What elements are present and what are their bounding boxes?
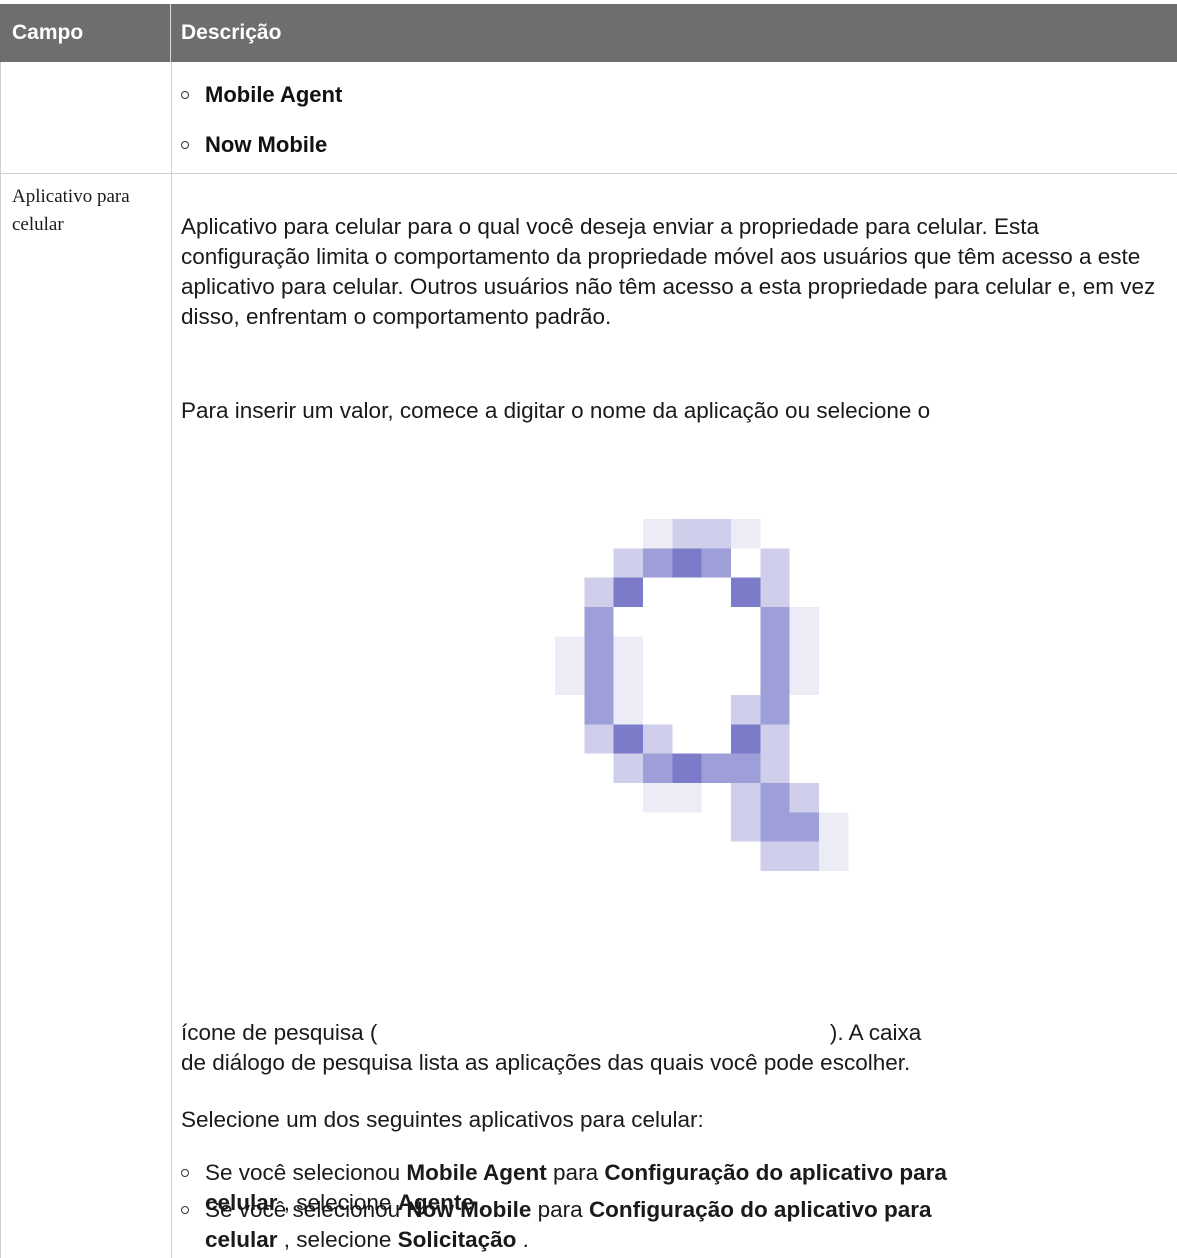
list-item-label: Now Mobile: [205, 132, 328, 157]
search-icon-pixel: [701, 753, 731, 783]
bullet-icon: [181, 141, 189, 149]
description-paragraph: Aplicativo para celular para o qual você…: [181, 214, 1156, 329]
search-icon-pixel: [731, 812, 761, 842]
search-icon-pixel: [584, 607, 614, 637]
search-icon-pixel: [789, 636, 819, 666]
search-icon-pixel: [672, 519, 702, 549]
search-icon-pixel: [760, 665, 790, 695]
list-item: Mobile Agent: [181, 82, 342, 108]
search-icon-pixel: [584, 724, 614, 754]
row-divider: [0, 173, 1177, 174]
column-divider: [171, 62, 172, 1258]
search-icon-pixel: [584, 577, 614, 607]
instruction-right: ). A caixa: [829, 1020, 922, 1045]
table-border-left: [0, 62, 1, 1258]
bullet-icon: [181, 1169, 189, 1177]
search-icon-pixel: [613, 577, 643, 607]
search-icon-pixel: [613, 636, 643, 666]
search-icon-pixel: [584, 665, 614, 695]
search-icon-pixel: [819, 812, 849, 842]
list-item: Se você selecionou Now Mobile para Confi…: [181, 1195, 1156, 1255]
header-cell-campo: Campo: [0, 4, 171, 62]
bullet-icon: [181, 91, 189, 99]
field-name: Aplicativo para celular: [12, 186, 130, 235]
search-icon-pixel: [555, 665, 585, 695]
option-text: Se você selecionou Now Mobile para Confi…: [205, 1197, 932, 1252]
search-icon-pixel: [760, 841, 790, 871]
search-icon-pixel: [789, 812, 819, 842]
search-icon-pixel: [613, 753, 643, 783]
search-icon-pixel: [584, 636, 614, 666]
search-icon-pixel: [613, 665, 643, 695]
search-icon-pixel: [789, 607, 819, 637]
search-icon-pixel: [584, 695, 614, 725]
search-icon-pixel: [731, 577, 761, 607]
doc-page: Campo Descrição Mobile Agent Now Mobile …: [0, 0, 1177, 1258]
search-icon-pixel: [672, 783, 702, 813]
search-icon-pixel: [760, 783, 790, 813]
search-icon-pixel: [789, 783, 819, 813]
search-icon-pixel: [643, 519, 673, 549]
list-item-label: Mobile Agent: [205, 82, 343, 107]
instruction-left: ícone de pesquisa (: [181, 1020, 378, 1045]
search-icon-pixel: [555, 636, 585, 666]
search-icon-pixel: [760, 695, 790, 725]
search-icon-pixel: [643, 724, 673, 754]
header-cell-descricao: Descrição: [171, 4, 281, 62]
search-icon-pixel: [701, 548, 731, 578]
search-icon-pixel: [760, 548, 790, 578]
search-icon-pixel: [613, 695, 643, 725]
list-item: Now Mobile: [181, 132, 327, 158]
search-icon-pixel: [789, 841, 819, 871]
search-icon-pixel: [643, 753, 673, 783]
search-icon-pixel: [760, 753, 790, 783]
search-icon-pixel: [819, 841, 849, 871]
search-icon-pixel: [672, 753, 702, 783]
search-icon-pixel: [643, 783, 673, 813]
search-icon-pixel: [789, 665, 819, 695]
instruction-text: Para inserir um valor, comece a digitar …: [181, 398, 931, 423]
search-icon-pixel: [731, 783, 761, 813]
search-icon-pixel: [760, 812, 790, 842]
bullet-icon: [181, 1206, 189, 1214]
search-icon-pixel: [760, 607, 790, 637]
search-icon-pixel: [731, 753, 761, 783]
search-icon-pixel: [760, 724, 790, 754]
search-icon-pixel: [643, 548, 673, 578]
search-icon-pixel: [613, 724, 643, 754]
search-icon-pixel: [760, 577, 790, 607]
search-icon-pixel: [613, 548, 643, 578]
search-icon: [555, 519, 907, 871]
select-instruction: Selecione um dos seguintes aplicativos p…: [181, 1107, 704, 1132]
search-icon-pixel: [731, 724, 761, 754]
table-header-row: Campo Descrição: [0, 4, 1177, 62]
search-icon-pixel: [731, 695, 761, 725]
search-icon-pixel: [672, 548, 702, 578]
search-icon-pixel: [701, 519, 731, 549]
search-icon-pixel: [731, 519, 761, 549]
header-label-descricao: Descrição: [181, 21, 282, 44]
instruction-text-continued: ícone de pesquisa ( ). A caixa: [181, 1018, 1156, 1048]
instruction-text-line2: de diálogo de pesquisa lista as aplicaçõ…: [181, 1050, 911, 1075]
header-label-campo: Campo: [12, 21, 84, 44]
search-icon-pixel: [760, 636, 790, 666]
